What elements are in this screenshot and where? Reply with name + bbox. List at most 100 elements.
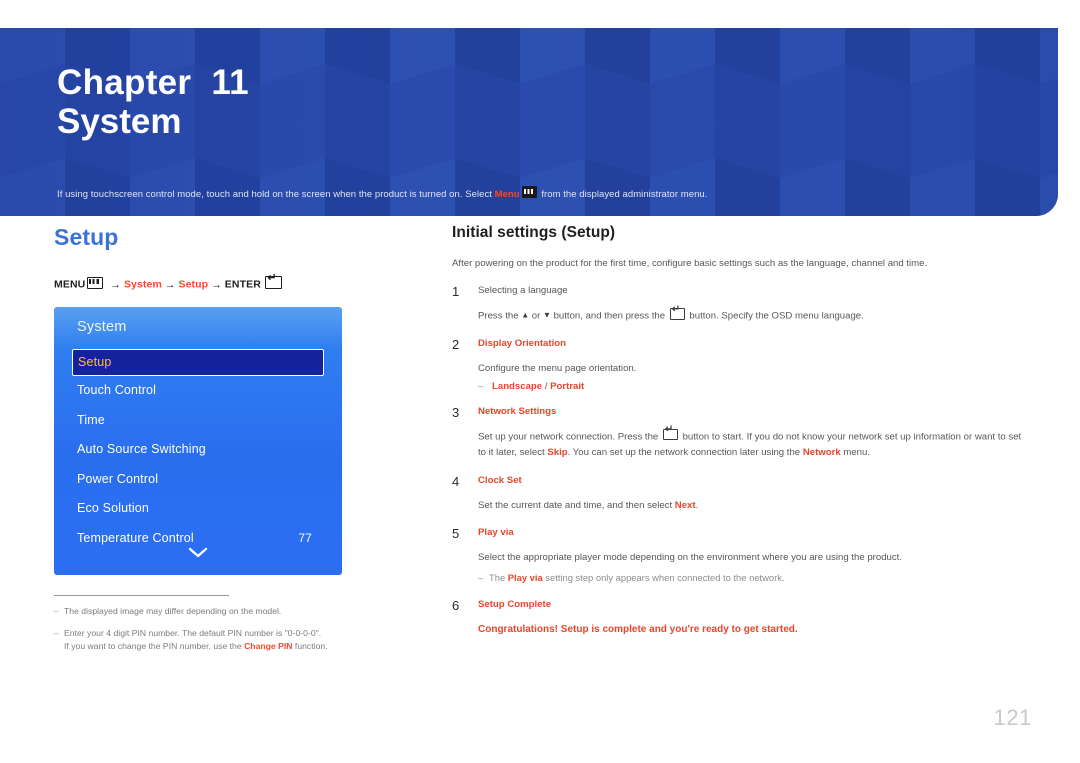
- page-content: Setup MENU→System→Setup→ENTER System Set…: [0, 216, 1080, 763]
- osd-item-value: 77: [298, 530, 312, 545]
- osd-item-time[interactable]: Time: [54, 405, 342, 435]
- option-dash: –: [478, 380, 484, 392]
- step-6-body: Congratulations! Setup is complete and y…: [478, 623, 798, 635]
- step-body-after: .: [695, 499, 699, 511]
- step-5-body: Select the appropriate player mode depen…: [478, 552, 902, 564]
- osd-item-label: Touch Control: [77, 383, 157, 398]
- osd-title: System: [77, 318, 127, 335]
- step-number: 4: [452, 473, 460, 489]
- step-number: 6: [452, 597, 460, 613]
- step-body-p4: menu.: [840, 446, 871, 458]
- step-6: 6 Setup Complete: [452, 598, 1030, 612]
- intro-paragraph: After powering on the product for the fi…: [452, 258, 928, 269]
- osd-item-label: Temperature Control: [77, 530, 194, 545]
- arrow-down-icon: ▼: [543, 310, 551, 320]
- step-body-p3: . You can set up the network connection …: [567, 446, 803, 458]
- step-3: 3 Network Settings: [452, 405, 1030, 419]
- section-heading: Setup: [54, 224, 119, 250]
- menu-path-setup: Setup: [178, 278, 209, 291]
- enter-icon: [264, 273, 282, 289]
- arrow-3: →: [211, 278, 222, 291]
- option-group: Landscape / Portrait: [492, 381, 584, 392]
- step-body-before: Press the: [478, 310, 522, 322]
- step-1: 1 Selecting a language: [452, 284, 1030, 298]
- footnote-text: Enter your 4 digit PIN number. The defau…: [64, 627, 328, 654]
- footnote-line-2-before: If you want to change the PIN number, us…: [64, 641, 245, 652]
- footnote-line-1: Enter your 4 digit PIN number. The defau…: [64, 628, 322, 638]
- footnote-divider: [54, 594, 229, 596]
- right-column: Initial settings (Setup) After powering …: [452, 224, 1030, 638]
- chapter-word: Chapter: [57, 63, 192, 102]
- step-body-p1: Set up your network connection. Press th…: [478, 431, 661, 443]
- option-separator: /: [542, 380, 551, 392]
- arrow-up-icon: ▲: [521, 310, 530, 320]
- footnote-item: – Enter your 4 digit PIN number. The def…: [54, 627, 344, 654]
- step-number: 1: [452, 284, 460, 300]
- left-column: Setup MENU→System→Setup→ENTER System Set…: [54, 226, 394, 663]
- osd-menu-screenshot: System Setup Touch Control Time Auto Sou…: [54, 306, 342, 575]
- menu-path-system: System: [123, 278, 162, 291]
- note-after: setting step only appears when connected…: [542, 571, 785, 583]
- note-text: The Play via setting step only appears w…: [489, 571, 785, 585]
- osd-item-touch-control[interactable]: Touch Control: [54, 376, 342, 406]
- step-title: Display Orientation: [478, 338, 566, 350]
- chapter-banner: Chapter 11 System If using touchscreen co…: [0, 28, 1058, 216]
- chevron-down-icon[interactable]: [54, 545, 342, 563]
- play-via-keyword: Play via: [507, 571, 543, 583]
- step-body-mid1: or: [529, 310, 543, 322]
- footnotes: – The displayed image may differ dependi…: [54, 594, 344, 654]
- note-dash: –: [478, 571, 484, 583]
- menu-icon: [521, 186, 537, 198]
- step-title: Network Settings: [478, 405, 557, 417]
- footnote-line-2-after: function.: [292, 641, 328, 652]
- osd-item-label: Eco Solution: [77, 501, 149, 516]
- osd-item-power-control[interactable]: Power Control: [54, 464, 342, 494]
- osd-item-eco-solution[interactable]: Eco Solution: [54, 494, 342, 524]
- enter-icon: [669, 305, 685, 320]
- note-before: The: [489, 571, 508, 583]
- page-number: 121: [993, 705, 1032, 730]
- menu-path-enter: ENTER: [224, 278, 261, 291]
- chapter-title-block: Chapter 11 System: [57, 62, 249, 143]
- next-keyword: Next: [674, 499, 696, 511]
- chapter-subject: System: [57, 102, 182, 142]
- enter-icon: [662, 426, 678, 441]
- osd-item-list: Setup Touch Control Time Auto Source Swi…: [54, 348, 342, 553]
- step-2-body: Configure the menu page orientation.: [478, 363, 637, 375]
- step-body-before: Set the current date and time, and then …: [478, 499, 675, 511]
- change-pin-keyword: Change PIN: [244, 641, 293, 652]
- osd-item-auto-source-switching[interactable]: Auto Source Switching: [54, 435, 342, 465]
- step-title: Selecting a language: [478, 285, 568, 297]
- banner-note-before: If using touchscreen control mode, touch…: [57, 189, 495, 200]
- step-5: 5 Play via: [452, 526, 1030, 540]
- footnote-dash: –: [54, 628, 59, 638]
- osd-item-label: Power Control: [77, 471, 159, 486]
- banner-note-keyword: Menu: [494, 189, 520, 200]
- step-2: 2 Display Orientation: [452, 337, 1030, 351]
- step-title: Setup Complete: [478, 598, 552, 610]
- menu-path-breadcrumb: MENU → System → Setup → ENTER: [54, 273, 394, 291]
- menu-icon: [87, 276, 104, 289]
- step-number: 3: [452, 404, 460, 420]
- footnote-text: The displayed image may differ depending…: [64, 605, 282, 616]
- option-portrait: Portrait: [550, 380, 585, 392]
- osd-item-label: Auto Source Switching: [77, 442, 206, 457]
- network-keyword: Network: [802, 446, 841, 458]
- arrow-1: →: [110, 278, 121, 291]
- chapter-number: 11: [211, 63, 249, 102]
- step-1-body: Press the ▲ or ▼ button, and then press …: [478, 305, 1030, 324]
- step-title: Play via: [478, 527, 514, 539]
- step-body-mid2: button, and then press the: [550, 310, 668, 322]
- footnote-item: – The displayed image may differ dependi…: [54, 605, 344, 618]
- banner-note: If using touchscreen control mode, touch…: [57, 186, 707, 200]
- footnote-dash: –: [54, 605, 59, 616]
- osd-item-setup[interactable]: Setup: [72, 348, 324, 376]
- osd-item-label: Time: [77, 412, 105, 427]
- banner-note-after: from the displayed administrator menu.: [538, 189, 708, 200]
- step-body-after: button. Specify the OSD menu language.: [686, 310, 864, 322]
- step-number: 2: [452, 337, 460, 353]
- page-title: Initial settings (Setup): [452, 224, 616, 241]
- step-title: Clock Set: [478, 474, 522, 486]
- step-number: 5: [452, 526, 460, 542]
- skip-keyword: Skip: [547, 446, 568, 458]
